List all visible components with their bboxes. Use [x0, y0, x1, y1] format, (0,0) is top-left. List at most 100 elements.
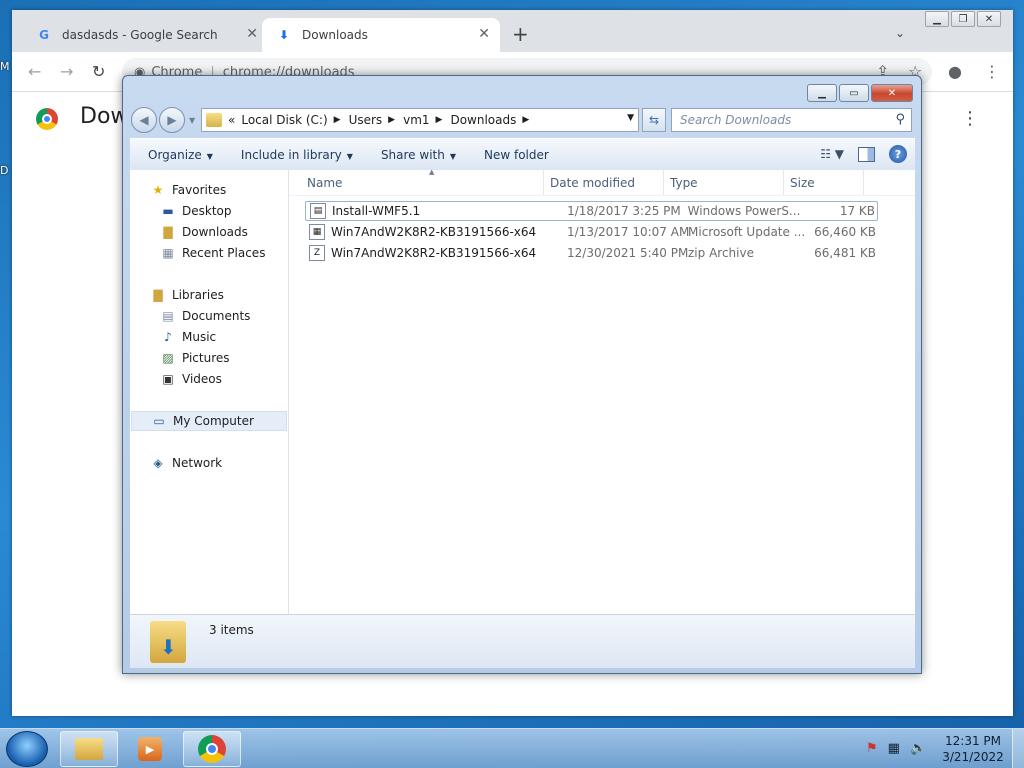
- zip-archive-icon: Z: [309, 245, 325, 261]
- file-row[interactable]: Z Win7AndW2K8R2-KB3191566-x64 12/30/2021 5…: [305, 243, 878, 263]
- sort-ascending-icon: ▲: [429, 168, 435, 176]
- downloads-menu-icon[interactable]: ⋮: [961, 108, 979, 129]
- nav-videos[interactable]: ▣ Videos: [160, 369, 222, 389]
- nav-network[interactable]: ◈ Network: [150, 453, 222, 473]
- close-tab-icon[interactable]: ✕: [246, 26, 258, 42]
- tab-search-chevron-icon[interactable]: ⌄: [895, 26, 905, 40]
- downloads-folder-icon: [150, 621, 186, 663]
- minimize-button[interactable]: ▁: [925, 11, 949, 27]
- column-size[interactable]: Size: [784, 170, 864, 195]
- breadcrumb-item[interactable]: Local Disk (C:): [241, 113, 327, 127]
- nav-music[interactable]: ♪ Music: [160, 327, 216, 347]
- volume-icon[interactable]: 🔈: [910, 741, 926, 756]
- details-pane: 3 items: [130, 614, 915, 668]
- network-icon: ◈: [153, 456, 163, 470]
- update-package-icon: ▦: [309, 224, 325, 240]
- breadcrumb-arrow-icon[interactable]: ▶: [334, 115, 341, 125]
- folder-icon: [75, 738, 103, 760]
- nav-documents[interactable]: ▤ Documents: [160, 306, 250, 326]
- tab-downloads[interactable]: ⬇ Downloads ✕: [262, 18, 500, 52]
- change-view-icon[interactable]: ☷ ▼: [820, 147, 844, 161]
- refresh-button[interactable]: ⇆: [642, 108, 666, 132]
- libraries-icon: ▇: [153, 288, 163, 302]
- nav-pictures[interactable]: ▨ Pictures: [160, 348, 229, 368]
- chrome-icon: [198, 735, 226, 763]
- media-player-icon: ▶: [138, 737, 162, 761]
- download-arrow-icon: ⬇: [278, 28, 290, 42]
- network-tray-icon[interactable]: ▦: [888, 741, 900, 756]
- breadcrumb-item[interactable]: Downloads: [450, 113, 516, 127]
- item-count: 3 items: [209, 623, 254, 637]
- nav-recent-places[interactable]: ▦ Recent Places: [160, 243, 265, 263]
- file-name: Install-WMF5.1: [332, 204, 421, 218]
- file-date: 1/13/2017 10:07 AM: [567, 225, 690, 239]
- close-button[interactable]: ✕: [871, 84, 913, 102]
- breadcrumb-overflow[interactable]: «: [228, 113, 235, 127]
- action-center-flag-icon[interactable]: ⚑: [866, 741, 878, 756]
- minimize-button[interactable]: ▁: [807, 84, 837, 102]
- forward-button[interactable]: ▶: [159, 107, 185, 133]
- profile-icon[interactable]: ●: [948, 62, 962, 81]
- breadcrumb-arrow-icon[interactable]: ▶: [388, 115, 395, 125]
- chrome-logo-icon: [36, 108, 58, 130]
- clock[interactable]: 12:31 PM 3/21/2022: [938, 733, 1008, 765]
- file-row[interactable]: ▤ Install-WMF5.1 1/18/2017 3:25 PM Windows …: [305, 201, 878, 221]
- nav-favorites[interactable]: ★ Favorites: [150, 180, 227, 200]
- breadcrumb-arrow-icon[interactable]: ▶: [436, 115, 443, 125]
- breadcrumb-arrow-icon[interactable]: ▶: [522, 115, 529, 125]
- column-type[interactable]: Type: [664, 170, 784, 195]
- restore-button[interactable]: ❐: [951, 11, 975, 27]
- folder-icon: [206, 113, 222, 127]
- organize-button[interactable]: Organize ▼: [148, 148, 213, 162]
- search-icon[interactable]: ⚲: [895, 112, 905, 127]
- new-folder-button[interactable]: New folder: [484, 148, 549, 162]
- file-name-cell: Z Win7AndW2K8R2-KB3191566-x64: [305, 245, 563, 261]
- file-row[interactable]: ▦ Win7AndW2K8R2-KB3191566-x64 1/13/2017 10…: [305, 222, 878, 242]
- back-button[interactable]: ◀: [131, 107, 157, 133]
- show-desktop-button[interactable]: [1012, 729, 1024, 768]
- maximize-button[interactable]: ▭: [839, 84, 869, 102]
- tab-google-search[interactable]: G dasdasds - Google Search ✕: [22, 18, 268, 52]
- reload-icon[interactable]: ↻: [92, 62, 105, 81]
- nav-libraries[interactable]: ▇ Libraries: [150, 285, 223, 305]
- help-icon[interactable]: ?: [889, 145, 907, 163]
- breadcrumb-item[interactable]: Users: [349, 113, 383, 127]
- taskbar-media-player[interactable]: ▶: [121, 731, 179, 767]
- file-type: Microsoft Update ...: [688, 225, 804, 239]
- recent-pages-dropdown-icon[interactable]: ▼: [189, 116, 195, 125]
- downloads-folder-icon: ▇: [163, 225, 173, 239]
- menu-kebab-icon[interactable]: ⋮: [984, 62, 1000, 81]
- nav-desktop[interactable]: ▬ Desktop: [160, 201, 231, 221]
- tab-title: dasdasds - Google Search: [62, 28, 218, 42]
- taskbar-chrome[interactable]: [183, 731, 241, 767]
- file-name: Win7AndW2K8R2-KB3191566-x64: [331, 246, 537, 260]
- clock-date: 3/21/2022: [942, 750, 1004, 764]
- film-strip-icon: ▣: [162, 372, 174, 386]
- close-button[interactable]: ✕: [977, 11, 1001, 27]
- column-date-modified[interactable]: Date modified: [544, 170, 664, 195]
- include-in-library-button[interactable]: Include in library ▼: [241, 148, 353, 162]
- system-tray: ⚑ ▦ 🔈: [866, 741, 926, 756]
- preview-pane-icon[interactable]: [858, 146, 875, 162]
- music-note-icon: ♪: [164, 330, 172, 344]
- share-with-button[interactable]: Share with ▼: [381, 148, 456, 162]
- clock-time: 12:31 PM: [945, 734, 1001, 748]
- file-size: 66,460 KB: [814, 225, 876, 239]
- nav-my-computer[interactable]: ▭ My Computer: [131, 411, 287, 431]
- column-name[interactable]: ▲ Name: [289, 168, 544, 195]
- chevron-down-icon: ▼: [346, 151, 353, 161]
- taskbar-explorer[interactable]: [60, 731, 118, 767]
- address-dropdown-icon[interactable]: ▼: [627, 113, 634, 123]
- powershell-script-icon: ▤: [310, 203, 326, 219]
- search-input[interactable]: Search Downloads ⚲: [671, 108, 912, 132]
- back-arrow-icon[interactable]: ←: [28, 62, 41, 81]
- forward-arrow-icon[interactable]: →: [60, 62, 73, 81]
- breadcrumb-item[interactable]: vm1: [403, 113, 429, 127]
- new-tab-button[interactable]: +: [512, 22, 529, 46]
- explorer-address-bar[interactable]: « Local Disk (C:) ▶ Users ▶ vm1 ▶ Downlo…: [201, 108, 639, 132]
- file-name-cell: ▤ Install-WMF5.1: [306, 203, 563, 219]
- file-type: Windows PowerS...: [687, 204, 801, 218]
- nav-downloads[interactable]: ▇ Downloads: [160, 222, 248, 242]
- start-button[interactable]: [6, 731, 48, 767]
- close-tab-icon[interactable]: ✕: [478, 26, 490, 42]
